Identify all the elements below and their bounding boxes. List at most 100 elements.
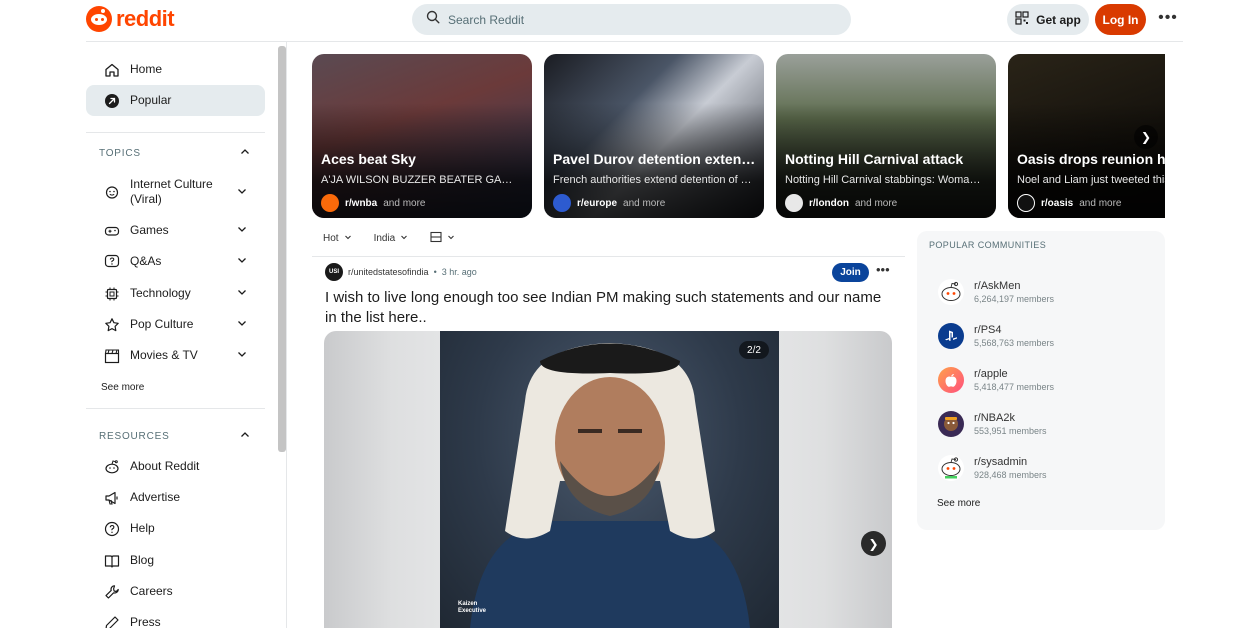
popular-communities-title: POPULAR COMMUNITIES: [929, 240, 1047, 250]
login-button[interactable]: Log In: [1095, 4, 1146, 35]
playstation-icon: [938, 323, 964, 349]
get-app-button[interactable]: Get app: [1007, 4, 1089, 35]
gallery-next-button[interactable]: ❯: [861, 531, 886, 556]
sidebar-item-movies-tv[interactable]: Movies & TV: [86, 340, 265, 371]
gamepad-icon: [103, 222, 120, 239]
sidebar-item-home[interactable]: Home: [86, 54, 265, 85]
trending-card-durov[interactable]: Pavel Durov detention extended French au…: [544, 54, 764, 218]
sidebar-border: [286, 42, 287, 628]
chip-icon: [103, 285, 120, 302]
popular-icon: [103, 92, 120, 109]
topics-see-more-link[interactable]: See more: [101, 382, 144, 393]
sidebar-item-label: Technology: [130, 286, 191, 300]
sidebar-item-qas[interactable]: Q&As: [86, 246, 265, 277]
post-media-gallery[interactable]: 2/2 Kaizen Executive: [324, 331, 892, 628]
card-subreddit: r/europe: [577, 197, 618, 209]
community-item-ps4[interactable]: r/PS4 5,568,763 members: [938, 323, 1054, 349]
sidebar-item-popular[interactable]: Popular: [86, 85, 265, 116]
post-title[interactable]: I wish to live long enough too see India…: [325, 288, 885, 328]
sidebar-item-label: Blog: [130, 553, 155, 567]
chevron-up-icon[interactable]: [239, 428, 251, 446]
community-name: r/NBA2k: [974, 412, 1015, 424]
sidebar-item-press[interactable]: Press: [86, 607, 265, 628]
chevron-down-icon: [400, 233, 408, 244]
card-view-icon: [430, 231, 442, 246]
internet-culture-icon: [103, 184, 120, 201]
megaphone-icon: [103, 489, 120, 506]
chevron-up-icon[interactable]: [239, 145, 251, 163]
search-input[interactable]: [448, 12, 828, 27]
card-title: Notting Hill Carnival attack: [785, 151, 964, 167]
sidebar-scrollbar[interactable]: [278, 46, 286, 452]
reddit-logo-icon: [86, 6, 112, 32]
trending-card-aces[interactable]: Aces beat Sky A'JA WILSON BUZZER BEATER …: [312, 54, 532, 218]
wnba-avatar-icon: [321, 194, 339, 212]
sidebar-item-label: Popular: [130, 93, 172, 107]
card-subreddit: r/oasis: [1041, 197, 1074, 209]
card-title: Oasis drops reunion hint: [1017, 151, 1165, 167]
post-subreddit-link[interactable]: r/unitedstatesofindia: [348, 267, 429, 277]
sidebar-item-pop-culture[interactable]: Pop Culture: [86, 309, 265, 340]
more-options-icon[interactable]: •••: [1158, 10, 1178, 30]
popular-communities-panel: POPULAR COMMUNITIES r/AskMen 6,264,197 m…: [917, 231, 1165, 530]
chevron-right-icon: ❯: [868, 536, 879, 551]
sidebar-item-label: About Reddit: [130, 459, 200, 473]
feed-divider: [312, 256, 905, 257]
card-footer: r/wnba and more: [321, 194, 425, 212]
reddit-logo[interactable]: reddit: [86, 6, 175, 32]
post-image: [440, 331, 779, 628]
card-footer: r/europe and more: [553, 194, 665, 212]
post-more-options-icon[interactable]: •••: [876, 262, 890, 277]
card-subreddit: r/wnba: [345, 197, 378, 209]
question-icon: [103, 253, 120, 270]
sidebar-item-games[interactable]: Games: [86, 215, 265, 246]
community-item-apple[interactable]: r/apple 5,418,477 members: [938, 367, 1054, 393]
join-button[interactable]: Join: [832, 263, 869, 282]
europe-avatar-icon: [553, 194, 571, 212]
sidebar-item-label: Press: [130, 615, 161, 628]
sidebar-item-label: Games: [130, 223, 169, 237]
chevron-right-icon: ❯: [1140, 130, 1152, 144]
community-item-sysadmin[interactable]: r/sysadmin 928,468 members: [938, 455, 1047, 481]
community-item-nba2k[interactable]: r/NBA2k 553,951 members: [938, 411, 1047, 437]
card-footer: r/london and more: [785, 194, 897, 212]
chevron-down-icon: [236, 185, 248, 200]
sidebar-item-technology[interactable]: Technology: [86, 278, 265, 309]
sidebar-item-label: Help: [130, 521, 155, 535]
community-name: r/sysadmin: [974, 456, 1028, 468]
sidebar-item-label: Careers: [130, 584, 173, 598]
book-icon: [103, 552, 120, 569]
help-icon: [103, 520, 120, 537]
sidebar-item-blog[interactable]: Blog: [86, 545, 265, 576]
sidebar-item-label: Internet Culture (Viral): [130, 177, 213, 206]
communities-see-more-link[interactable]: See more: [937, 498, 980, 509]
sidebar-item-internet-culture[interactable]: Internet Culture (Viral): [86, 175, 265, 209]
chevron-down-icon: [447, 233, 455, 244]
sort-dropdown[interactable]: Hot: [312, 233, 363, 244]
feed-filters: Hot India: [312, 228, 466, 248]
apple-icon: [938, 367, 964, 393]
search-bar[interactable]: [412, 4, 851, 35]
askmen-avatar-icon: [938, 279, 964, 305]
carousel-next-button[interactable]: ❯: [1134, 125, 1158, 149]
card-subtitle: Notting Hill Carnival stabbings: Woman n…: [785, 174, 985, 186]
sidebar-item-help[interactable]: Help: [86, 513, 265, 544]
sidebar-item-advertise[interactable]: Advertise: [86, 482, 265, 513]
community-item-askmen[interactable]: r/AskMen 6,264,197 members: [938, 279, 1054, 305]
sysadmin-avatar-icon: [938, 455, 964, 481]
sidebar-item-about-reddit[interactable]: About Reddit: [86, 451, 265, 482]
london-avatar-icon: [785, 194, 803, 212]
sidebar-item-careers[interactable]: Careers: [86, 576, 265, 607]
trending-card-notting-hill[interactable]: Notting Hill Carnival attack Notting Hil…: [776, 54, 996, 218]
sort-label: Hot: [323, 232, 339, 244]
location-dropdown[interactable]: India: [363, 233, 420, 244]
wrench-icon: [103, 583, 120, 600]
subreddit-avatar[interactable]: USI: [325, 263, 343, 281]
sidebar-divider: [86, 408, 265, 409]
view-dropdown[interactable]: [419, 231, 466, 246]
community-name: r/PS4: [974, 324, 1002, 336]
image-counter-badge: 2/2: [739, 341, 769, 359]
community-members: 5,418,477 members: [974, 382, 1055, 392]
left-sidebar: Home Popular TOPICS Internet Culture (Vi…: [86, 42, 266, 628]
get-app-label: Get app: [1036, 12, 1081, 27]
